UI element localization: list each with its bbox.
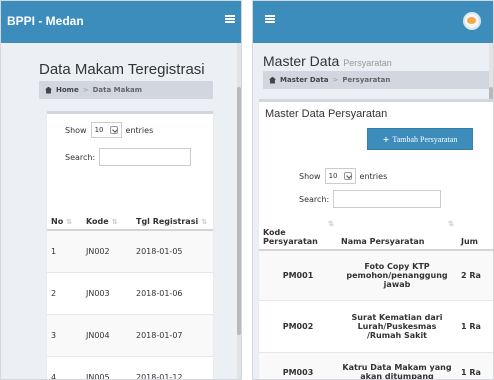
search-label: Search: <box>299 194 330 204</box>
search-label: Search: <box>65 152 96 162</box>
add-persyaratan-button[interactable]: + Tambah Persyaratan <box>367 128 473 150</box>
page-title: Data Makam Teregistrasi <box>39 61 205 78</box>
cell-nama: Foto Copy KTP pemohon/penanggung jawab <box>337 249 457 300</box>
sort-icon: ⇅ <box>328 220 334 228</box>
data-makam-box: Show 10 entries Search: No ⇅ Kode ⇅ Tgl Re… <box>47 111 213 379</box>
top-navbar: BPPI - Medan <box>1 1 241 43</box>
top-navbar <box>253 1 493 43</box>
cell-kode: JN003 <box>82 271 132 314</box>
column-label: Nama Persyaratan <box>341 237 425 246</box>
cell-jumlah: 2 Ra <box>457 249 493 300</box>
column-label: No <box>51 217 64 226</box>
chevron-down-icon <box>343 172 352 180</box>
cell-kode: JN004 <box>82 313 132 356</box>
column-header-kode[interactable]: Kode ⇅ <box>82 174 132 231</box>
plus-icon: + <box>382 134 390 144</box>
table-row[interactable]: PM003 Katru Data Makam yang akan ditumpa… <box>259 351 493 379</box>
column-label: Tgl Registrasi <box>136 217 199 226</box>
breadcrumb: Home > Data Makam <box>39 81 213 99</box>
cell-no: 1 <box>47 229 82 272</box>
table-row[interactable]: PM002 Surat Kematian dari Lurah/Puskesma… <box>259 299 493 352</box>
menu-toggle-icon[interactable] <box>225 15 235 23</box>
cell-tgl: 2018-01-06 <box>132 271 213 314</box>
app-title[interactable]: BPPI - Medan <box>7 14 84 28</box>
column-header-nama-persyaratan[interactable]: ⇅ Nama Persyaratan <box>337 216 457 251</box>
persyaratan-box: Master Data Persyaratan + Tambah Persyar… <box>259 99 493 379</box>
search-input[interactable] <box>99 148 192 166</box>
entries-value: 10 <box>94 126 104 134</box>
entries-select[interactable]: 10 <box>324 168 356 184</box>
cell-tgl: 2018-01-12 <box>132 355 213 379</box>
column-header-jumlah[interactable]: Jum <box>457 216 493 251</box>
cell-tgl: 2018-01-05 <box>132 229 213 272</box>
table-row[interactable]: 3 JN004 2018-01-07 <box>47 313 213 356</box>
entries-label: entries <box>125 125 154 135</box>
column-header-no[interactable]: No ⇅ <box>47 174 82 231</box>
persyaratan-table: ⇅ Kode Persyaratan ⇅ Nama Persyaratan Jum … <box>259 216 493 379</box>
entries-select[interactable]: 10 <box>90 122 122 138</box>
right-screen: Master Data Persyaratan Master Data > Per… <box>252 0 494 380</box>
cell-nama: Katru Data Makam yang akan ditumpang <box>337 351 457 379</box>
table-row[interactable]: 1 JN002 2018-01-05 <box>47 229 213 272</box>
breadcrumb-home[interactable]: Master Data <box>280 76 328 84</box>
data-makam-table: No ⇅ Kode ⇅ Tgl Registrasi ⇅ 1 JN002 2018-0… <box>47 174 213 379</box>
search-input[interactable] <box>333 190 442 208</box>
avatar[interactable] <box>463 12 481 30</box>
breadcrumb-current: Persyaratan <box>342 76 391 84</box>
entries-control: Show 10 entries <box>299 168 387 184</box>
add-button-label: Tambah Persyaratan <box>392 134 458 144</box>
home-icon <box>45 86 52 94</box>
cell-kode: JN002 <box>82 229 132 272</box>
chevron-down-icon <box>109 126 118 134</box>
breadcrumb-current: Data Makam <box>92 86 142 94</box>
sort-icon: ⇅ <box>448 220 454 228</box>
entries-value: 10 <box>328 172 338 180</box>
cell-nama: Surat Kematian dari Lurah/Puskesmas /Rum… <box>337 299 457 352</box>
entries-label: entries <box>359 171 388 181</box>
show-label: Show <box>65 125 87 135</box>
cell-no: 4 <box>47 355 82 379</box>
entries-control: Show 10 entries <box>65 122 153 138</box>
cell-kode: PM002 <box>259 299 337 352</box>
sort-icon: ⇅ <box>201 218 207 226</box>
column-label: Jum <box>461 237 479 246</box>
column-header-tgl-registrasi[interactable]: Tgl Registrasi ⇅ <box>132 174 213 231</box>
box-title: Master Data Persyaratan <box>265 108 388 120</box>
sort-icon: ⇅ <box>66 218 72 226</box>
page-subtitle: Persyaratan <box>343 58 392 68</box>
page-title: Master Data Persyaratan <box>263 53 392 69</box>
column-label: Kode <box>86 217 109 226</box>
scrollbar[interactable] <box>237 43 241 379</box>
breadcrumb-home[interactable]: Home <box>56 86 79 94</box>
sort-icon: ⇅ <box>111 218 118 226</box>
column-label: Kode Persyaratan <box>263 228 318 246</box>
cell-tgl: 2018-01-07 <box>132 313 213 356</box>
search-control: Search: <box>65 148 192 166</box>
column-header-kode-persyaratan[interactable]: ⇅ Kode Persyaratan <box>259 216 337 251</box>
show-label: Show <box>299 171 321 181</box>
breadcrumb: Master Data > Persyaratan <box>263 71 489 89</box>
dashboard-icon <box>269 76 276 84</box>
search-control: Search: <box>299 190 442 208</box>
table-row[interactable]: PM001 Foto Copy KTP pemohon/penanggung j… <box>259 249 493 300</box>
cell-kode: PM003 <box>259 351 337 379</box>
cell-kode: PM001 <box>259 249 337 300</box>
menu-toggle-icon[interactable] <box>265 15 275 23</box>
table-row[interactable]: 4 JN005 2018-01-12 <box>47 355 213 379</box>
cell-no: 3 <box>47 313 82 356</box>
cell-jumlah: 1 Ra <box>457 351 493 379</box>
table-row[interactable]: 2 JN003 2018-01-06 <box>47 271 213 314</box>
breadcrumb-separator: > <box>82 86 89 94</box>
page-title-text: Master Data <box>263 53 340 69</box>
left-screen: BPPI - Medan Data Makam Teregistrasi Hom… <box>0 0 242 380</box>
breadcrumb-separator: > <box>332 76 339 84</box>
cell-no: 2 <box>47 271 82 314</box>
cell-kode: JN005 <box>82 355 132 379</box>
cell-jumlah: 1 Ra <box>457 299 493 352</box>
